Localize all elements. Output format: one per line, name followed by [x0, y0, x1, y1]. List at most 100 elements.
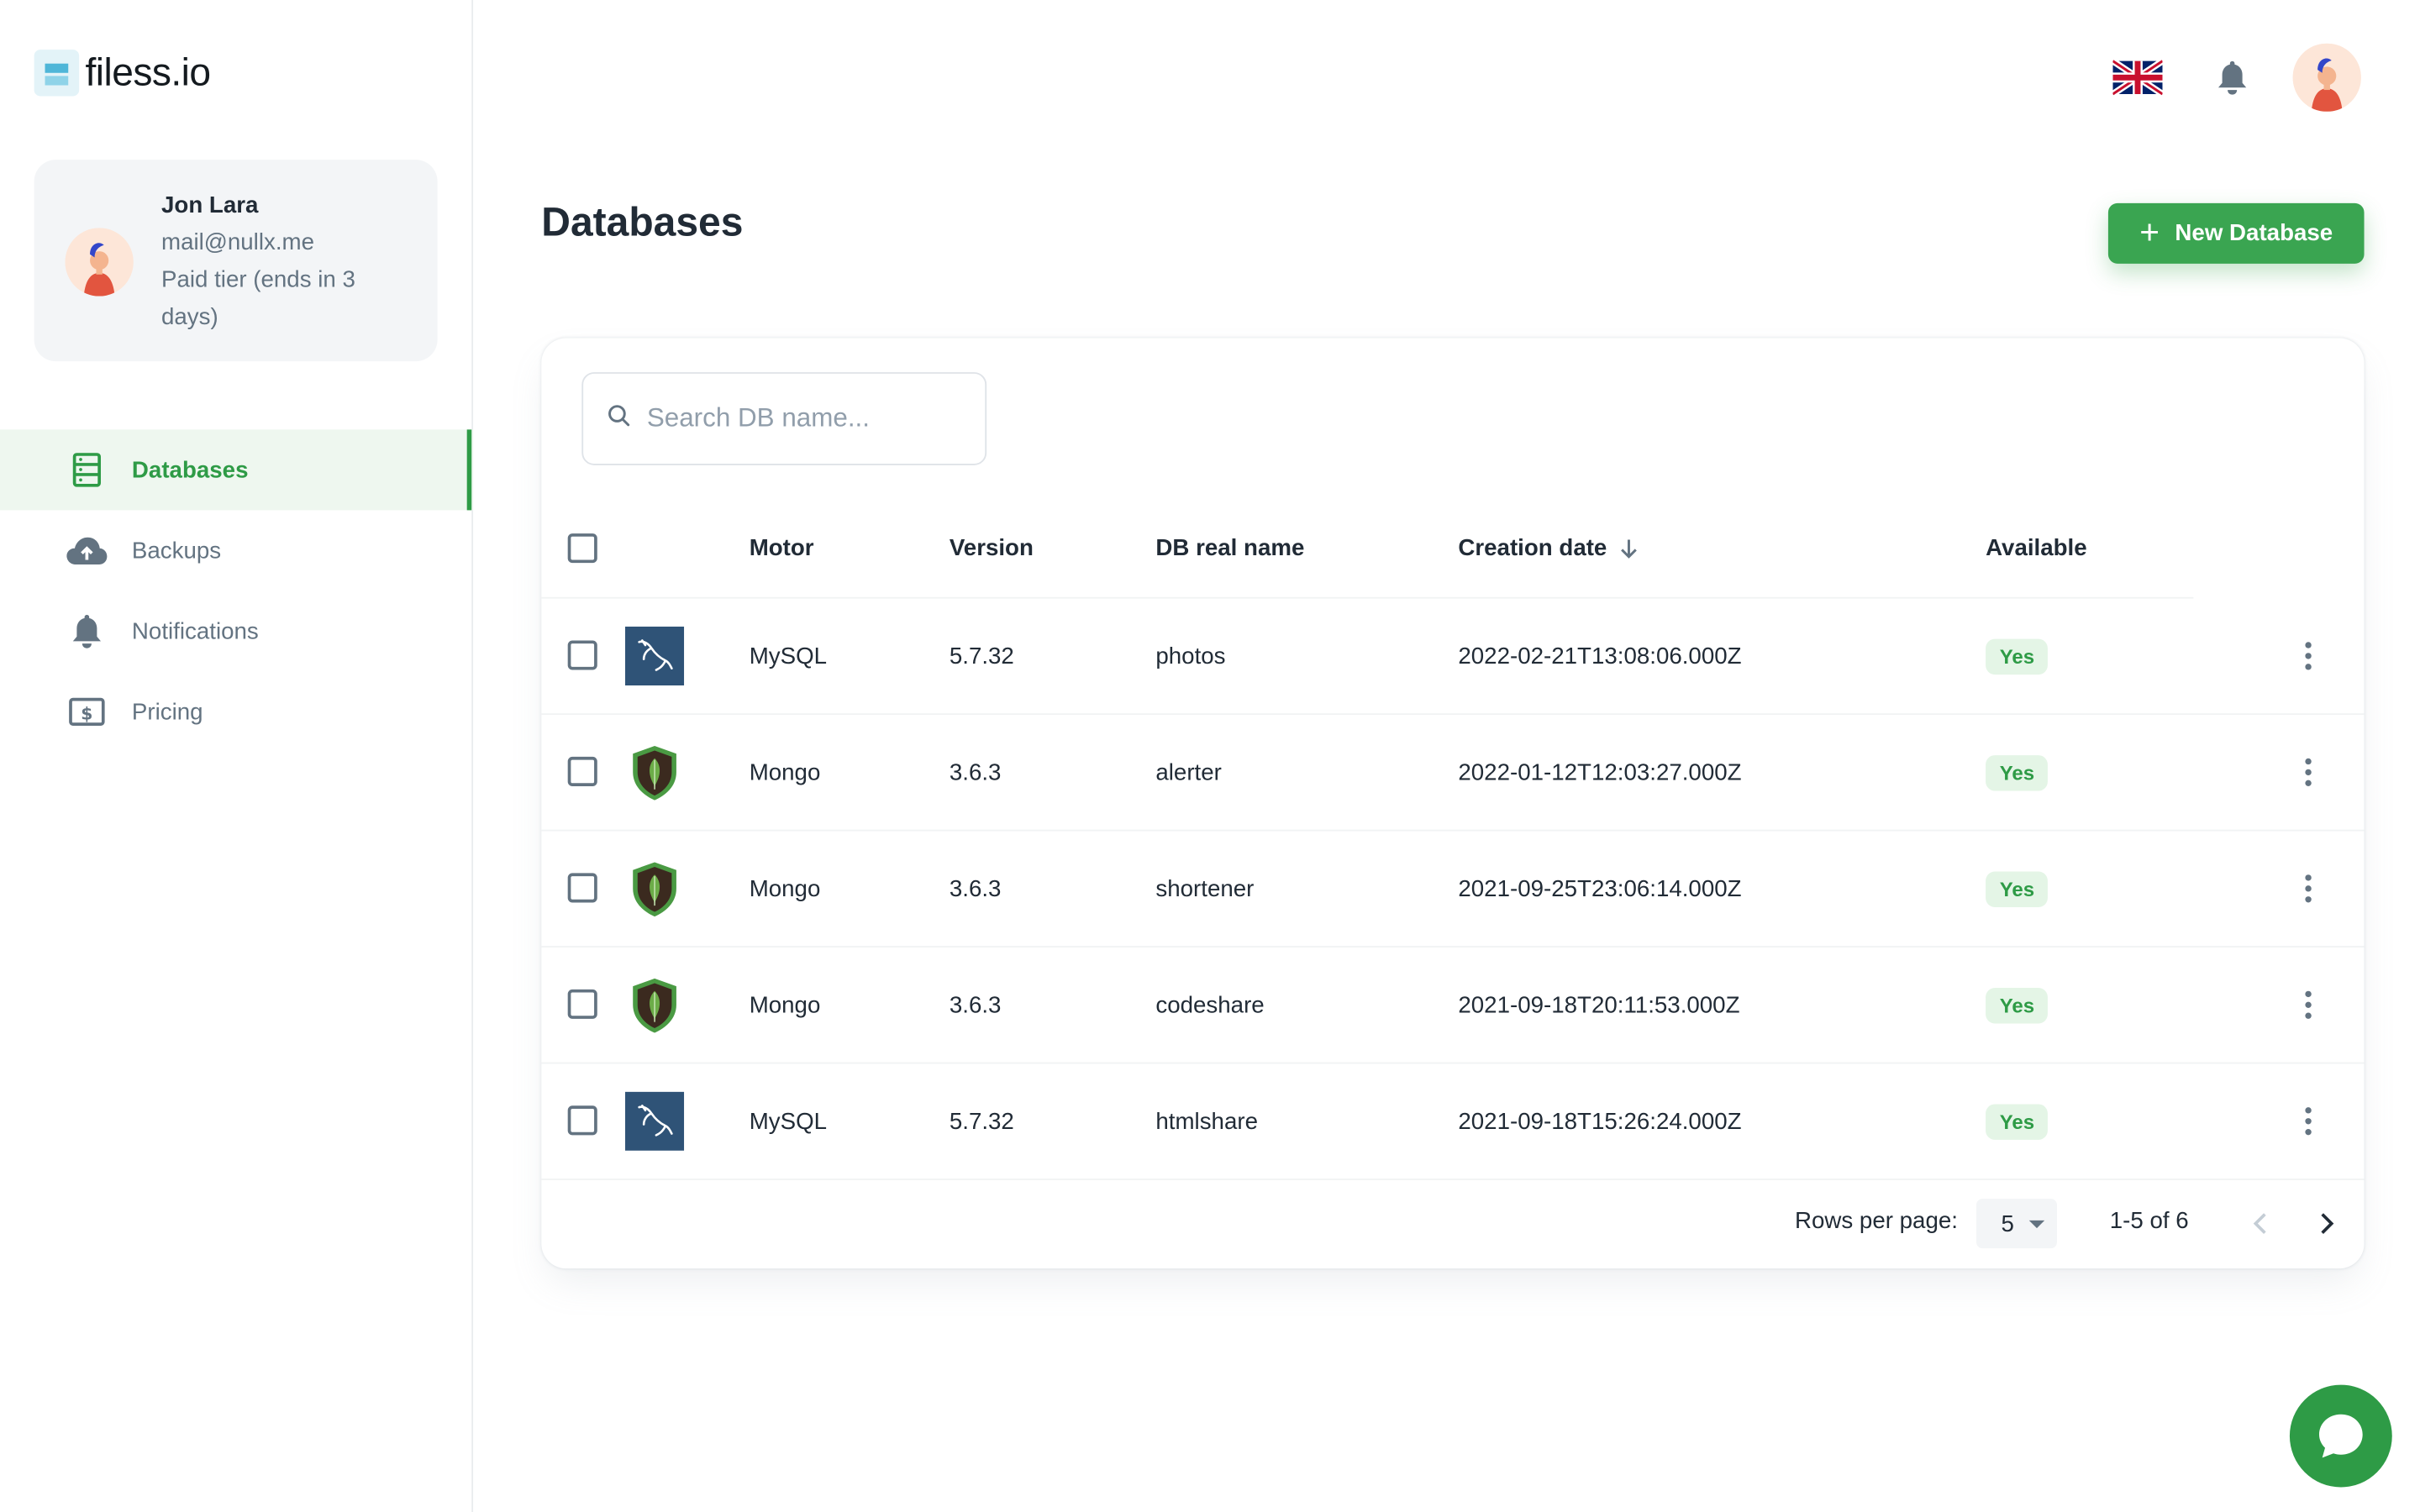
- available-badge: Yes: [1986, 987, 2049, 1024]
- mysql-icon: [624, 626, 685, 685]
- cell-db-name: htmlshare: [1155, 1108, 1258, 1136]
- sort-arrow-down-icon: [1619, 538, 1638, 559]
- new-database-label: New Database: [2175, 220, 2333, 247]
- table-row[interactable]: Mongo 3.6.3 codeshare 2021-09-18T20:11:53.0…: [541, 948, 2365, 1064]
- row-menu-icon[interactable]: [2293, 986, 2324, 1023]
- column-available[interactable]: Available: [1986, 498, 2087, 599]
- databases-card: Motor Version DB real name Creation date…: [541, 338, 2365, 1269]
- account-plan: Paid tier (ends in 3 days): [160, 266, 355, 331]
- column-creation-date-label: Creation date: [1458, 534, 1607, 562]
- cell-db-name: alerter: [1155, 759, 1222, 786]
- chevron-left-icon: [2253, 1213, 2266, 1234]
- sidebar-item-label: Notifications: [131, 617, 259, 645]
- available-badge: Yes: [1986, 638, 2049, 675]
- row-checkbox[interactable]: [567, 1105, 597, 1136]
- table-row[interactable]: MySQL 5.7.32 photos 2022-02-21T13:08:06.000…: [541, 599, 2365, 716]
- cell-motor: Mongo: [749, 992, 821, 1019]
- column-version[interactable]: Version: [950, 498, 1034, 599]
- table-row[interactable]: Mongo 3.6.3 alerter 2022-01-12T12:03:27.000…: [541, 715, 2365, 832]
- sidebar-item-label: Databases: [131, 456, 249, 484]
- row-checkbox[interactable]: [567, 640, 597, 670]
- cell-db-name: codeshare: [1155, 992, 1265, 1019]
- pagination: Rows per page: 5 1-5 of 6: [541, 1180, 2364, 1268]
- mongodb-icon: [625, 975, 684, 1034]
- rows-per-page-value: 5: [2001, 1210, 2014, 1237]
- cell-motor: MySQL: [749, 643, 828, 670]
- svg-text:$: $: [81, 704, 92, 724]
- brand-name: filess.io: [85, 50, 211, 94]
- sidebar: filess.io Jon Lara mail@nullx.me Paid ti…: [0, 0, 474, 1512]
- cell-creation-date: 2022-02-21T13:08:06.000Z: [1458, 643, 1742, 670]
- sidebar-item-databases[interactable]: Databases: [0, 429, 474, 511]
- cell-motor: Mongo: [749, 759, 821, 786]
- row-menu-icon[interactable]: [2293, 870, 2324, 907]
- cloud-upload-icon: [66, 529, 109, 573]
- table-row[interactable]: MySQL 5.7.32 htmlshare 2021-09-18T15:26:24.…: [541, 1063, 2365, 1180]
- mongodb-icon: [625, 743, 684, 801]
- cell-creation-date: 2021-09-18T15:26:24.000Z: [1458, 1108, 1742, 1136]
- new-database-button[interactable]: + New Database: [2107, 202, 2365, 264]
- rows-per-page-select[interactable]: 5: [1975, 1199, 2057, 1249]
- cell-db-name: photos: [1155, 643, 1226, 670]
- search-icon: [607, 402, 632, 435]
- row-checkbox[interactable]: [567, 989, 597, 1019]
- rows-per-page-label: Rows per page:: [1794, 1208, 1958, 1235]
- table-row[interactable]: Mongo 3.6.3 shortener 2021-09-25T23:06:14.0…: [541, 832, 2365, 948]
- plus-icon: +: [2139, 211, 2160, 251]
- uk-flag-icon[interactable]: [2111, 58, 2165, 97]
- search-input[interactable]: [646, 402, 958, 434]
- cell-version: 3.6.3: [949, 759, 1002, 786]
- previous-page-button[interactable]: [2244, 1205, 2278, 1242]
- sidebar-item-notifications[interactable]: Notifications: [0, 591, 473, 671]
- sidebar-item-label: Pricing: [131, 698, 203, 726]
- row-checkbox[interactable]: [567, 756, 597, 786]
- select-all-checkbox[interactable]: [567, 533, 597, 564]
- cell-motor: Mongo: [749, 876, 821, 903]
- cell-creation-date: 2021-09-18T20:11:53.000Z: [1458, 992, 1740, 1019]
- next-page-button[interactable]: [2310, 1205, 2344, 1242]
- sidebar-item-label: Backups: [131, 537, 222, 564]
- available-badge: Yes: [1986, 1104, 2049, 1140]
- chevron-right-icon: [2321, 1213, 2334, 1234]
- bell-icon: [66, 610, 109, 654]
- mongodb-icon: [625, 859, 684, 918]
- brand-logo[interactable]: filess.io: [34, 46, 211, 99]
- chat-button[interactable]: [2289, 1384, 2392, 1488]
- sidebar-item-pricing[interactable]: $ Pricing: [0, 671, 473, 752]
- account-name: Jon Lara: [160, 192, 259, 219]
- column-motor[interactable]: Motor: [750, 498, 814, 599]
- dollar-bill-icon: $: [66, 690, 109, 734]
- cell-creation-date: 2021-09-25T23:06:14.000Z: [1458, 876, 1742, 903]
- pagination-range: 1-5 of 6: [2109, 1208, 2189, 1235]
- cell-creation-date: 2022-01-12T12:03:27.000Z: [1458, 759, 1742, 786]
- page-title: Databases: [541, 198, 744, 245]
- column-db-real-name[interactable]: DB real name: [1155, 498, 1304, 599]
- table-header: Motor Version DB real name Creation date…: [541, 498, 2194, 599]
- row-menu-icon[interactable]: [2293, 1103, 2324, 1140]
- cell-db-name: shortener: [1155, 876, 1255, 903]
- sidebar-nav: Databases Backups Notifications $ Pricin…: [0, 429, 474, 752]
- logo-icon: [34, 50, 80, 97]
- account-email: mail@nullx.me: [160, 229, 315, 256]
- search-box[interactable]: [581, 372, 987, 465]
- sidebar-item-backups[interactable]: Backups: [0, 510, 473, 591]
- account-card: Jon Lara mail@nullx.me Paid tier (ends i…: [34, 160, 438, 362]
- caret-down-icon: [2028, 1220, 2045, 1229]
- cell-version: 3.6.3: [949, 876, 1002, 903]
- database-icon: [66, 449, 109, 492]
- row-menu-icon[interactable]: [2293, 638, 2324, 675]
- row-checkbox[interactable]: [567, 873, 597, 903]
- column-creation-date[interactable]: Creation date: [1458, 498, 1638, 599]
- cell-motor: MySQL: [749, 1108, 828, 1136]
- notifications-bell-icon[interactable]: [2215, 59, 2249, 96]
- cell-version: 3.6.3: [949, 992, 1002, 1019]
- chat-bubble-icon: [2318, 1414, 2363, 1458]
- user-avatar[interactable]: [2292, 43, 2361, 112]
- row-menu-icon[interactable]: [2293, 753, 2324, 790]
- available-badge: Yes: [1986, 755, 2049, 791]
- avatar: [65, 228, 134, 297]
- available-badge: Yes: [1986, 871, 2049, 907]
- cell-version: 5.7.32: [949, 643, 1014, 670]
- mysql-icon: [624, 1091, 685, 1151]
- cell-version: 5.7.32: [949, 1108, 1014, 1136]
